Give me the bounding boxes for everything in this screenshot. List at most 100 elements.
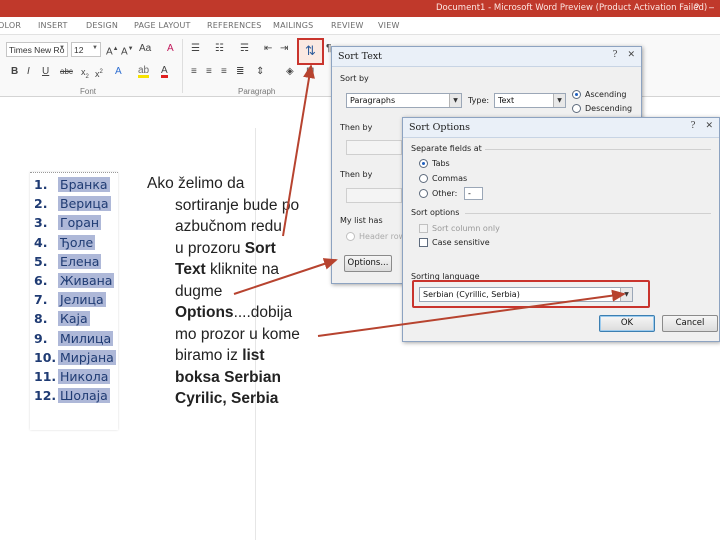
grow-font-icon[interactable]: A▲ bbox=[106, 43, 119, 58]
tab-page-layout[interactable]: PAGE LAYOUT bbox=[134, 21, 191, 30]
explain-line: azbučnom redu bbox=[175, 218, 282, 235]
bullets-icon[interactable]: ☰ bbox=[191, 43, 200, 55]
align-right-icon[interactable]: ≡ bbox=[221, 66, 227, 78]
multilevel-icon[interactable]: ☴ bbox=[240, 43, 249, 55]
list-text: Горан bbox=[58, 215, 102, 231]
superscript-icon[interactable]: x2 bbox=[95, 66, 103, 80]
tab-references[interactable]: REFERENCES bbox=[207, 21, 262, 30]
tab-review[interactable]: REVIEW bbox=[331, 21, 364, 30]
list-item: 6. Живана bbox=[34, 271, 116, 290]
ok-button[interactable]: OK bbox=[599, 315, 655, 332]
list-item: 1. Бранка bbox=[34, 175, 116, 194]
list-text: Мирјана bbox=[58, 349, 116, 365]
cancel-button[interactable]: Cancel bbox=[662, 315, 718, 332]
font-color-icon[interactable]: A bbox=[161, 66, 168, 78]
numbering-icon[interactable]: ☷ bbox=[215, 43, 224, 55]
font-size-box[interactable]: 12 ▼ bbox=[71, 42, 101, 57]
commas-radio[interactable] bbox=[419, 174, 428, 183]
font-size-value: 12 bbox=[74, 45, 84, 55]
tab-color[interactable]: OLOR bbox=[0, 21, 21, 30]
list-item: 2. Верица bbox=[34, 194, 116, 213]
dialog-controls: ? ✕ bbox=[613, 50, 635, 60]
type-value: Text bbox=[498, 96, 515, 105]
options-button[interactable]: Options... bbox=[344, 255, 392, 272]
tab-mailings[interactable]: MAILINGS bbox=[273, 21, 313, 30]
explain-run: ....dobija bbox=[233, 304, 293, 321]
highlight-icon[interactable]: ab bbox=[138, 66, 150, 78]
center-icon[interactable]: ≡ bbox=[206, 66, 212, 78]
list-number: 9. bbox=[34, 330, 48, 346]
list-number: 11. bbox=[34, 368, 57, 384]
increase-indent-icon[interactable]: ⇥ bbox=[280, 43, 288, 55]
list-number: 4. bbox=[34, 234, 48, 250]
align-left-icon[interactable]: ≡ bbox=[191, 66, 197, 78]
then-by-label-2: Then by bbox=[340, 170, 373, 179]
dialog-title-text: Sort Options bbox=[409, 122, 471, 133]
line-spacing-icon[interactable]: ⇕ bbox=[256, 66, 264, 78]
other-radio[interactable] bbox=[419, 189, 428, 198]
explain-bold: list bbox=[242, 347, 265, 364]
tabs-radio[interactable] bbox=[419, 159, 428, 168]
other-input[interactable]: - bbox=[464, 187, 483, 200]
list-number: 3. bbox=[34, 215, 48, 231]
explain-line: Text kliknite na bbox=[147, 259, 337, 281]
then-by-select-2[interactable] bbox=[346, 188, 402, 203]
group-label-paragraph: Paragraph bbox=[238, 87, 276, 96]
italic-icon[interactable]: I bbox=[27, 66, 30, 78]
strikethrough-icon[interactable]: abc bbox=[60, 66, 73, 78]
sort-by-select[interactable]: Paragraphs ▼ bbox=[346, 93, 462, 108]
commas-label: Commas bbox=[432, 174, 468, 183]
change-case-icon[interactable]: Aa bbox=[139, 43, 151, 55]
subscript-icon[interactable]: x2 bbox=[81, 66, 89, 83]
underline-icon[interactable]: U bbox=[42, 66, 49, 78]
font-name-box[interactable]: Times New Ro ▼ bbox=[6, 42, 68, 57]
shrink-font-icon[interactable]: A▼ bbox=[121, 43, 134, 58]
borders-icon[interactable]: ⊞ bbox=[306, 66, 314, 78]
ascending-radio[interactable] bbox=[572, 90, 581, 99]
list-has-label: My list has bbox=[340, 216, 383, 225]
group-label-font: Font bbox=[80, 87, 97, 96]
sort-column-only-checkbox[interactable] bbox=[419, 224, 428, 233]
list-divider bbox=[30, 172, 118, 174]
sort-options-label: Sort options bbox=[411, 208, 460, 217]
title-bar: Document1 - Microsoft Word Preview (Prod… bbox=[0, 0, 720, 17]
highlight-frame bbox=[412, 280, 650, 308]
ribbon-separator bbox=[182, 39, 183, 93]
justify-icon[interactable]: ≣ bbox=[236, 66, 244, 78]
decrease-indent-icon[interactable]: ⇤ bbox=[264, 43, 272, 55]
close-icon[interactable]: ✕ bbox=[705, 121, 713, 131]
help-icon[interactable]: ? bbox=[691, 121, 696, 131]
minimize-icon[interactable]: – bbox=[709, 2, 714, 12]
then-by-select[interactable] bbox=[346, 140, 402, 155]
close-icon[interactable]: ✕ bbox=[627, 50, 635, 60]
list-text: Елена bbox=[58, 253, 102, 269]
shading-icon[interactable]: ◈ bbox=[286, 66, 294, 78]
list-item: 3. Горан bbox=[34, 213, 116, 232]
tabs-label: Tabs bbox=[432, 159, 450, 168]
list-number: 2. bbox=[34, 196, 48, 212]
list-number: 6. bbox=[34, 273, 48, 289]
help-icon[interactable]: ? bbox=[694, 2, 699, 12]
descending-radio[interactable] bbox=[572, 104, 581, 113]
clear-formatting-icon[interactable]: A bbox=[167, 43, 174, 55]
list-item: 8. Каја bbox=[34, 309, 116, 328]
explain-bold: boksa Serbian bbox=[175, 368, 281, 386]
tab-insert[interactable]: INSERT bbox=[38, 21, 68, 30]
list-text: Јелица bbox=[58, 292, 106, 308]
case-sensitive-checkbox[interactable] bbox=[419, 238, 428, 247]
type-select[interactable]: Text ▼ bbox=[494, 93, 566, 108]
text-effects-icon[interactable]: A bbox=[115, 66, 122, 78]
sort-button[interactable]: ⇅ bbox=[297, 38, 324, 65]
tab-view[interactable]: VIEW bbox=[378, 21, 400, 30]
help-icon[interactable]: ? bbox=[613, 50, 618, 60]
list-text: Верица bbox=[58, 196, 111, 212]
bold-icon[interactable]: B bbox=[11, 66, 18, 78]
explain-bold: Sort bbox=[244, 239, 276, 257]
header-row-radio[interactable] bbox=[346, 232, 355, 241]
descending-label: Descending bbox=[585, 104, 633, 113]
separate-fields-label: Separate fields at bbox=[411, 144, 482, 153]
explain-bold: Text bbox=[175, 261, 206, 278]
explain-line: dugme bbox=[175, 282, 223, 300]
tab-design[interactable]: DESIGN bbox=[86, 21, 118, 30]
explanation-text: Ako želimo da sortiranje bude po azbučno… bbox=[147, 173, 337, 410]
